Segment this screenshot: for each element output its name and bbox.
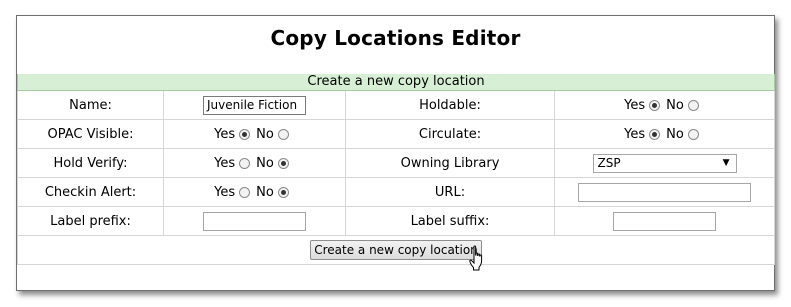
submit-cell: Create a new copy location (16, 235, 776, 265)
form-header: Create a new copy location (16, 74, 776, 91)
label-prefix-cell (163, 206, 346, 236)
submit-row: Create a new copy location (16, 235, 776, 265)
url-cell (553, 177, 776, 207)
hand-cursor-icon (469, 245, 483, 271)
label-suffix-input[interactable] (613, 211, 716, 231)
circulate-label: Circulate: (345, 119, 555, 149)
checkin-alert-no-radio[interactable] (277, 186, 289, 198)
url-input[interactable] (578, 182, 751, 202)
holdable-cell: Yes No (553, 90, 776, 120)
form-row: Checkin Alert: Yes No URL: (17, 177, 776, 207)
chevron-down-icon: ▼ (722, 158, 730, 168)
hold-verify-radio-group: Yes No (214, 156, 295, 171)
opac-visible-no-label: No (256, 126, 274, 142)
circulate-yes-label: Yes (624, 126, 646, 142)
form-row: OPAC Visible: Yes No Circulate: Yes No (17, 119, 776, 149)
page-title: Copy Locations Editor (270, 26, 521, 50)
holdable-label: Holdable: (345, 90, 555, 120)
form-row: Hold Verify: Yes No Owning Library ZSP ▼ (17, 148, 776, 178)
hold-verify-no-radio[interactable] (277, 157, 289, 169)
owning-library-value: ZSP (597, 156, 621, 170)
create-copy-location-button[interactable]: Create a new copy location (310, 240, 482, 260)
opac-visible-yes-label: Yes (214, 126, 236, 142)
checkin-alert-radio-group: Yes No (214, 185, 295, 200)
checkin-alert-yes-label: Yes (214, 184, 236, 200)
opac-visible-cell: Yes No (163, 119, 346, 149)
checkin-alert-yes-radio[interactable] (239, 186, 251, 198)
name-label: Name: (17, 90, 164, 120)
form-row: Name: Juvenile Fiction Holdable: Yes No (17, 90, 776, 120)
checkin-alert-cell: Yes No (163, 177, 346, 207)
opac-visible-radio-group: Yes No (214, 127, 295, 142)
name-input[interactable]: Juvenile Fiction (203, 95, 306, 115)
checkin-alert-no-label: No (256, 184, 274, 200)
holdable-radio-group: Yes No (624, 98, 705, 113)
circulate-radio-group: Yes No (624, 127, 705, 142)
circulate-no-radio[interactable] (687, 128, 699, 140)
name-cell: Juvenile Fiction (163, 90, 346, 120)
form-row: Label prefix: Label suffix: (17, 206, 776, 236)
hold-verify-no-label: No (256, 155, 274, 171)
form-header-row: Create a new copy location (16, 74, 776, 91)
holdable-no-radio[interactable] (687, 99, 699, 111)
label-prefix-input[interactable] (203, 211, 306, 231)
owning-library-select[interactable]: ZSP ▼ (592, 153, 737, 173)
hold-verify-cell: Yes No (163, 148, 346, 178)
label-suffix-cell (553, 206, 776, 236)
holdable-no-label: No (666, 97, 684, 113)
checkin-alert-label: Checkin Alert: (17, 177, 164, 207)
label-prefix-label: Label prefix: (17, 206, 164, 236)
circulate-cell: Yes No (553, 119, 776, 149)
hold-verify-label: Hold Verify: (17, 148, 164, 178)
circulate-yes-radio[interactable] (649, 128, 661, 140)
owning-library-label: Owning Library (345, 148, 555, 178)
owning-library-cell: ZSP ▼ (553, 148, 776, 178)
holdable-yes-radio[interactable] (649, 99, 661, 111)
hold-verify-yes-label: Yes (214, 155, 236, 171)
circulate-no-label: No (666, 126, 684, 142)
opac-visible-no-radio[interactable] (277, 128, 289, 140)
opac-visible-label: OPAC Visible: (17, 119, 164, 149)
label-suffix-label: Label suffix: (345, 206, 555, 236)
holdable-yes-label: Yes (624, 97, 646, 113)
url-label: URL: (345, 177, 555, 207)
hold-verify-yes-radio[interactable] (239, 157, 251, 169)
opac-visible-yes-radio[interactable] (239, 128, 251, 140)
copy-location-form: Create a new copy location Name: Juvenil… (16, 74, 776, 265)
editor-dialog: Copy Locations Editor Create a new copy … (16, 15, 776, 291)
